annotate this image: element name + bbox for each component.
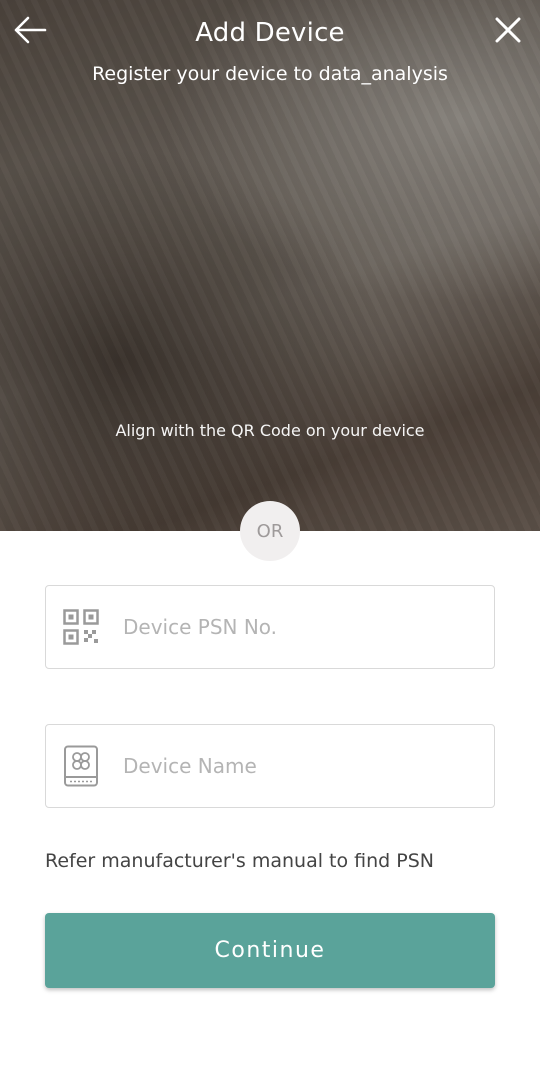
psn-field[interactable] <box>45 585 495 669</box>
psn-input[interactable] <box>123 615 463 639</box>
continue-button[interactable]: Continue <box>45 913 495 988</box>
page-title: Add Device <box>195 18 345 48</box>
close-icon <box>495 17 521 43</box>
qr-code-icon <box>63 607 99 647</box>
device-name-input[interactable] <box>123 754 463 778</box>
device-name-field[interactable] <box>45 724 495 808</box>
or-divider: OR <box>240 501 300 561</box>
psn-help-text: Refer manufacturer's manual to find PSN <box>45 850 434 872</box>
scan-hint: Align with the QR Code on your device <box>115 421 425 440</box>
page-subtitle: Register your device to data_analysis <box>92 63 448 85</box>
device-icon <box>63 745 99 787</box>
close-button[interactable] <box>488 10 528 50</box>
